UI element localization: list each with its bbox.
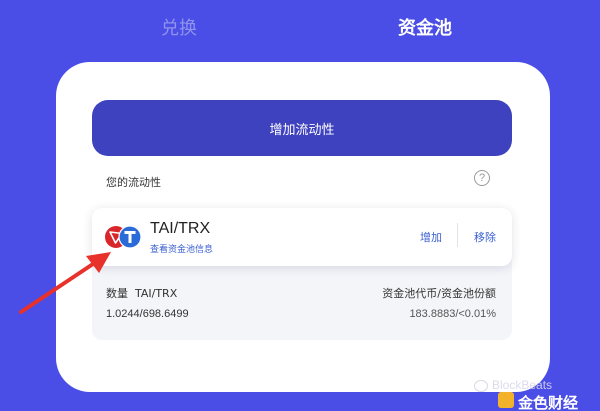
watermark-text-bottom: 金色财经	[518, 394, 579, 411]
amount-value: 1.0244/698.6499	[106, 308, 189, 320]
tai-trx-token-icon	[105, 225, 142, 249]
tab-exchange[interactable]: 兑换	[161, 14, 197, 40]
amount-pair: TAI/TRX	[135, 287, 178, 300]
share-label: 资金池代币/资金池份额	[382, 287, 496, 300]
jinse-logo-icon	[498, 392, 514, 408]
top-tabs: 兑换 资金池	[0, 14, 600, 40]
add-link[interactable]: 增加	[420, 229, 442, 245]
pair-card[interactable]: TAI/TRX 查看资金池信息 增加 移除	[92, 208, 512, 266]
view-pool-info-link[interactable]: 查看资金池信息	[150, 242, 213, 255]
pool-card: 增加流动性 您的流动性 ? TAI/TRX 查看资金池信息 增加 移除 数量 T…	[56, 62, 550, 392]
add-liquidity-button[interactable]: 增加流动性	[92, 100, 512, 156]
divider	[457, 223, 458, 247]
share-value: 183.8883/<0.01%	[409, 308, 496, 320]
watermark: BlockBeats 金色财经	[474, 378, 600, 411]
tab-pool[interactable]: 资金池	[398, 14, 452, 40]
watermark-text-top: BlockBeats	[492, 378, 553, 392]
your-liquidity-label: 您的流动性	[106, 176, 161, 189]
question-circle-icon[interactable]: ?	[474, 170, 490, 186]
pair-name: TAI/TRX	[150, 220, 211, 237]
wechat-icon	[474, 380, 488, 392]
amount-label-row: 数量 TAI/TRX	[106, 285, 177, 301]
amount-label: 数量	[106, 287, 128, 300]
liquidity-position: TAI/TRX 查看资金池信息 增加 移除 数量 TAI/TRX 资金池代币/资…	[92, 208, 512, 340]
remove-link[interactable]: 移除	[474, 229, 496, 245]
